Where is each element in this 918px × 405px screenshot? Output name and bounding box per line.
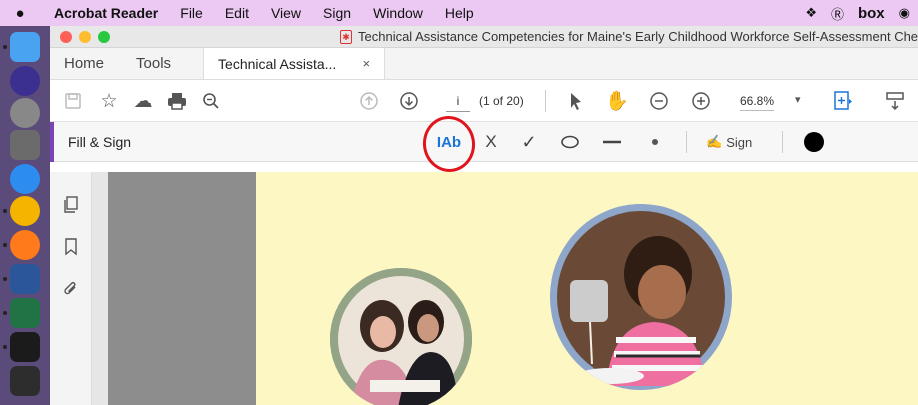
safari-icon[interactable] bbox=[10, 164, 40, 194]
color-picker-swatch[interactable] bbox=[804, 132, 824, 152]
menu-view[interactable]: View bbox=[271, 5, 301, 21]
hand-tool-icon[interactable]: ✋ bbox=[604, 88, 630, 114]
dock bbox=[0, 26, 50, 405]
sign-button[interactable]: ✍ Sign bbox=[706, 129, 752, 155]
running-indicator bbox=[3, 345, 7, 349]
menu-file[interactable]: File bbox=[180, 5, 203, 21]
creative-cloud-icon[interactable]: ◉ bbox=[899, 5, 910, 21]
select-arrow-icon[interactable] bbox=[563, 88, 589, 114]
gutter-strip bbox=[92, 172, 108, 405]
word-icon[interactable] bbox=[10, 264, 40, 294]
menu-edit[interactable]: Edit bbox=[225, 5, 249, 21]
acrobat-icon[interactable] bbox=[10, 332, 40, 362]
apple-icon[interactable]: ● bbox=[0, 5, 40, 22]
finder-icon[interactable] bbox=[10, 32, 40, 62]
dock-app-icon[interactable] bbox=[10, 366, 40, 396]
window-title: Technical Assistance Competencies for Ma… bbox=[358, 29, 918, 44]
running-indicator bbox=[3, 277, 7, 281]
zoom-in-icon[interactable] bbox=[688, 88, 714, 114]
page-count: (1 of 20) bbox=[479, 94, 524, 108]
pdf-file-icon: ✱ bbox=[340, 29, 352, 44]
child-pouring-photo-image bbox=[550, 204, 732, 390]
running-indicator bbox=[3, 311, 7, 315]
running-indicator bbox=[3, 45, 7, 49]
left-nav-panel bbox=[50, 172, 92, 405]
page-number-input[interactable]: i bbox=[446, 90, 470, 112]
adults-photo-image bbox=[330, 268, 472, 405]
zoom-window-button[interactable] bbox=[98, 31, 110, 43]
fill-sign-accent-bar bbox=[50, 122, 54, 162]
edge-status-icon[interactable]: Ⓡ bbox=[831, 4, 844, 23]
running-indicator bbox=[3, 243, 7, 247]
close-tab-icon[interactable]: × bbox=[362, 56, 370, 71]
line-tool[interactable] bbox=[600, 129, 624, 155]
pen-sign-icon: ✍ bbox=[706, 134, 723, 149]
sign-button-label: Sign bbox=[726, 134, 753, 150]
acrobat-window: ✱ Technical Assistance Competencies for … bbox=[50, 26, 918, 405]
print-icon[interactable] bbox=[164, 88, 190, 114]
document-area bbox=[50, 172, 918, 405]
previous-page-icon[interactable] bbox=[356, 88, 382, 114]
fill-sign-toolbar: Fill & Sign IAb X ✓ ✍ Sign bbox=[50, 122, 918, 162]
toolbar-divider bbox=[782, 131, 783, 153]
bookmarks-icon[interactable] bbox=[60, 236, 82, 258]
siri-icon[interactable] bbox=[10, 66, 40, 96]
attachments-icon[interactable] bbox=[60, 278, 82, 300]
zoom-dropdown-icon[interactable]: ▾ bbox=[795, 93, 801, 106]
calculator-icon[interactable] bbox=[10, 130, 40, 160]
chrome-icon[interactable] bbox=[10, 196, 40, 226]
tab-document-label: Technical Assista... bbox=[218, 55, 337, 72]
main-toolbar: ☆ ☁ i (1 of 20) ✋ 66.8% ▾ bbox=[50, 80, 918, 122]
menu-help[interactable]: Help bbox=[445, 5, 474, 21]
excel-icon[interactable] bbox=[10, 298, 40, 328]
tab-document[interactable]: Technical Assista... × bbox=[203, 48, 386, 79]
dropbox-icon[interactable]: ❖ bbox=[805, 5, 817, 21]
page-gutter bbox=[92, 172, 256, 405]
close-window-button[interactable] bbox=[60, 31, 72, 43]
dot-tool[interactable] bbox=[646, 129, 664, 155]
pdf-page bbox=[256, 172, 918, 405]
running-indicator bbox=[3, 209, 7, 213]
tab-home-label: Home bbox=[64, 55, 105, 72]
page-display-icon[interactable] bbox=[830, 88, 856, 114]
menu-app-name[interactable]: Acrobat Reader bbox=[54, 5, 158, 21]
tab-bar: Home Tools Technical Assista... × bbox=[50, 48, 918, 80]
ellipse-tool[interactable] bbox=[558, 129, 582, 155]
mac-menubar: ● Acrobat Reader File Edit View Sign Win… bbox=[0, 0, 918, 26]
tab-home[interactable]: Home bbox=[50, 48, 118, 79]
window-titlebar: ✱ Technical Assistance Competencies for … bbox=[50, 26, 918, 48]
next-page-icon[interactable] bbox=[396, 88, 422, 114]
menu-window[interactable]: Window bbox=[373, 5, 423, 21]
menu-sign[interactable]: Sign bbox=[323, 5, 351, 21]
zoom-search-icon[interactable] bbox=[198, 88, 224, 114]
scroll-mode-icon[interactable] bbox=[882, 88, 908, 114]
toolbar-divider bbox=[545, 90, 546, 112]
tab-tools-label: Tools bbox=[136, 55, 172, 72]
tab-tools[interactable]: Tools bbox=[118, 48, 185, 79]
box-status-icon[interactable]: box bbox=[858, 5, 885, 22]
star-icon[interactable]: ☆ bbox=[96, 88, 122, 114]
zoom-level-field[interactable]: 66.8% bbox=[740, 94, 775, 111]
zoom-out-icon[interactable] bbox=[646, 88, 672, 114]
launchpad-icon[interactable] bbox=[10, 98, 40, 128]
cloud-upload-icon[interactable]: ☁ bbox=[130, 88, 156, 114]
check-mark-tool[interactable]: ✓ bbox=[518, 129, 540, 155]
fill-sign-title: Fill & Sign bbox=[68, 134, 132, 150]
save-icon[interactable] bbox=[60, 88, 86, 114]
toolbar-divider bbox=[686, 131, 687, 153]
minimize-window-button[interactable] bbox=[79, 31, 91, 43]
cross-mark-tool[interactable]: X bbox=[480, 129, 502, 155]
firefox-icon[interactable] bbox=[10, 230, 40, 260]
page-thumbnails-icon[interactable] bbox=[60, 194, 82, 216]
